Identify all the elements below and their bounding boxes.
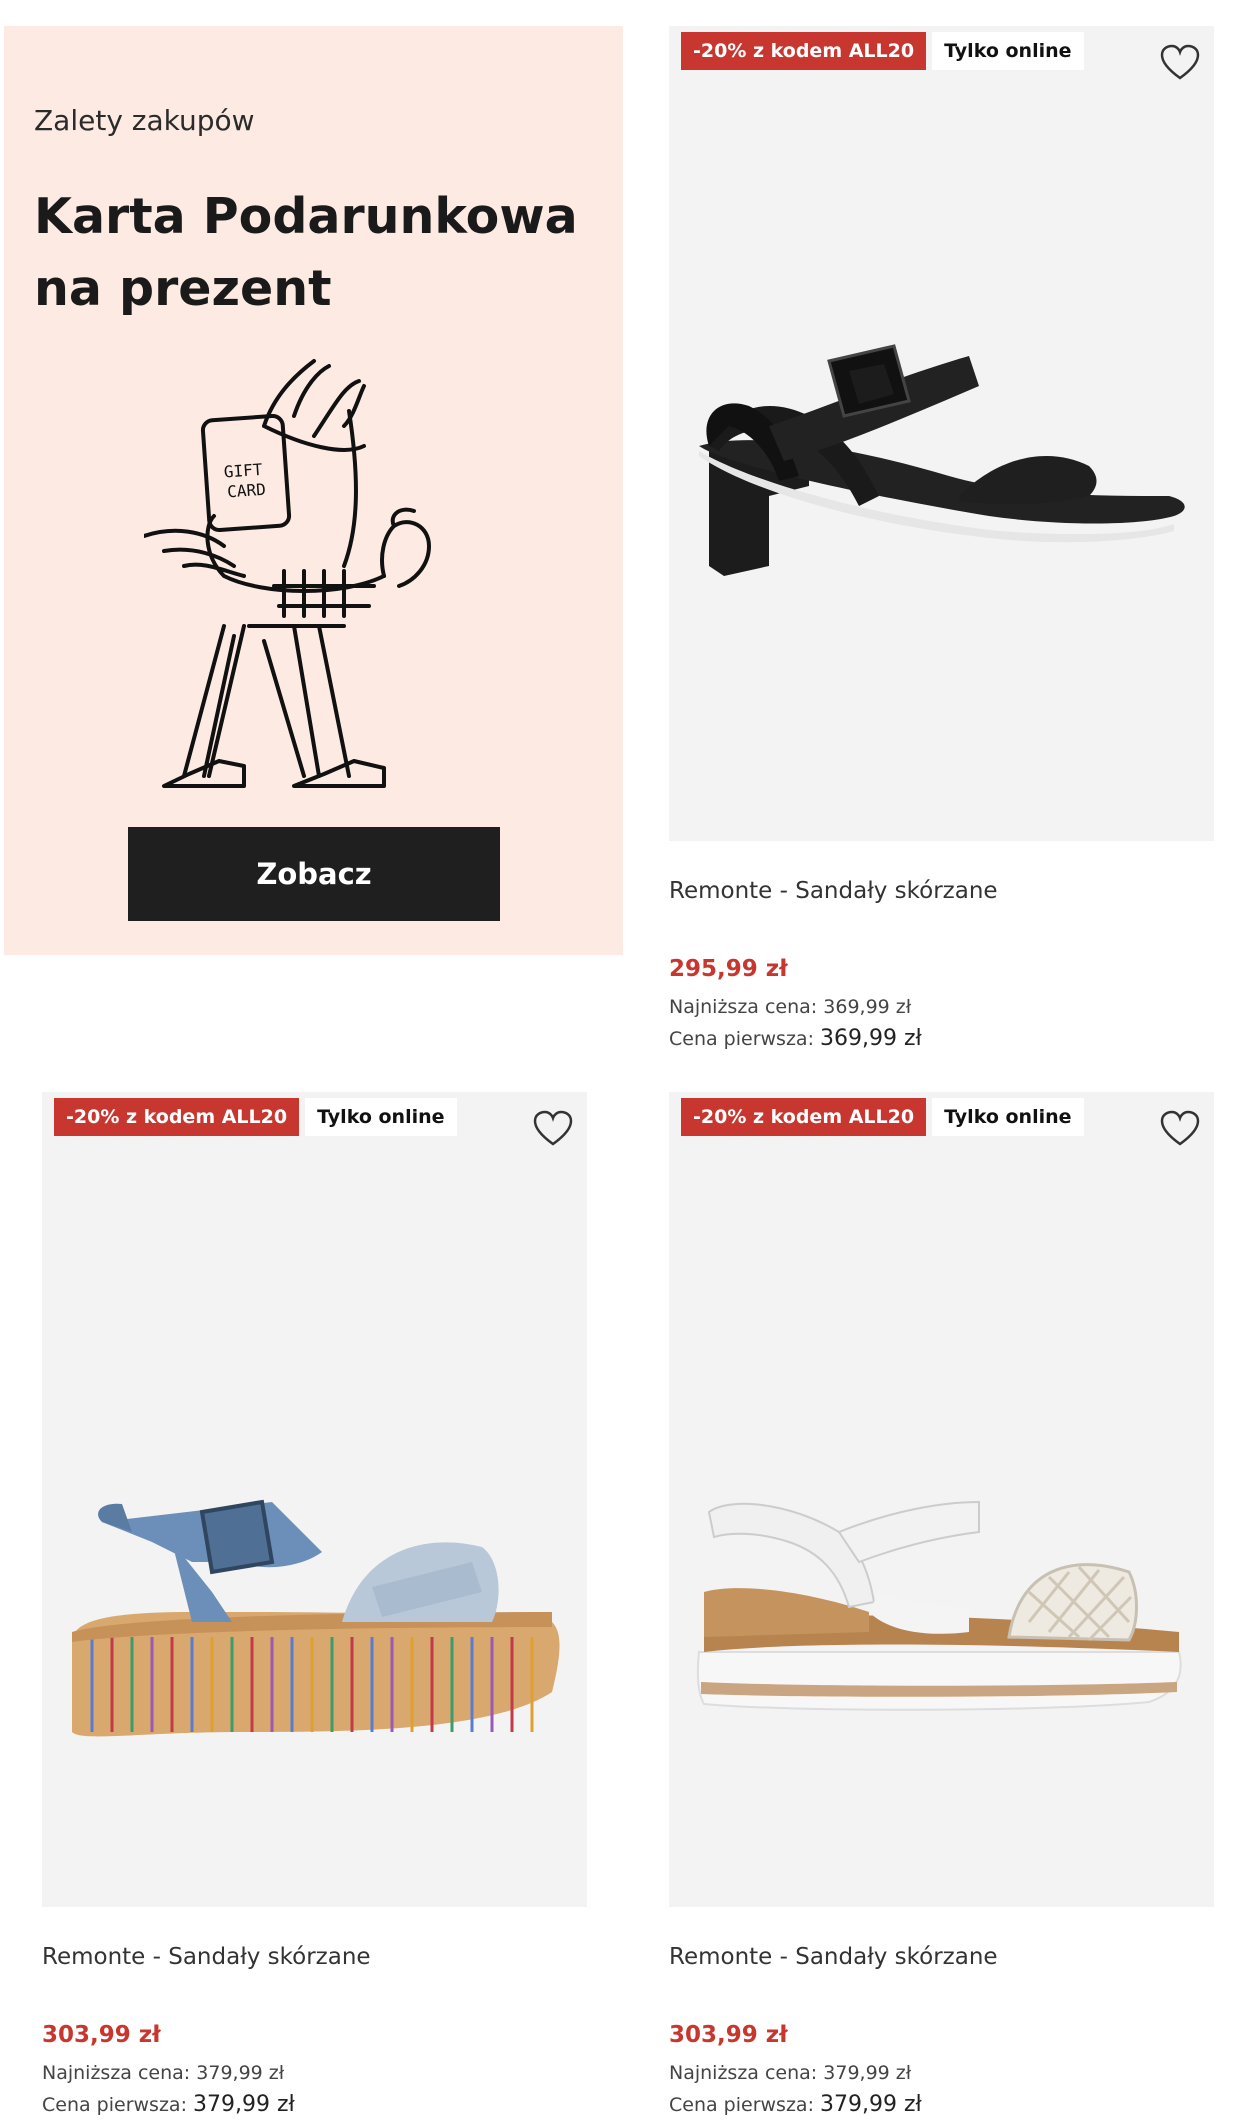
lowest-price-value: 379,99 zł — [823, 2062, 912, 2084]
product-price: 303,99 zł — [669, 2022, 788, 2048]
product-card[interactable]: -20% z kodem ALL20 Tylko online Remonte … — [669, 1092, 1214, 2117]
gift-card-promo[interactable]: Zalety zakupów Karta Podarunkowa na prez… — [4, 26, 623, 955]
first-price-label: Cena pierwsza: — [669, 2094, 814, 2116]
lowest-price-value: 369,99 zł — [823, 996, 912, 1018]
online-only-badge: Tylko online — [305, 1098, 457, 1136]
product-name[interactable]: Remonte - Sandały skórzane — [669, 878, 998, 904]
first-price-line: Cena pierwsza: 379,99 zł — [669, 2092, 922, 2117]
lowest-price-label: Najniższa cena: — [669, 996, 818, 1018]
product-image[interactable]: -20% z kodem ALL20 Tylko online — [669, 1092, 1214, 1907]
heart-icon[interactable] — [1160, 44, 1200, 82]
illustration-gift-text: GIFT — [223, 460, 263, 482]
lowest-price-value: 379,99 zł — [196, 2062, 285, 2084]
first-price-value: 369,99 zł — [820, 1026, 922, 1051]
heart-icon[interactable] — [1160, 1110, 1200, 1148]
gift-card-person-illustration: GIFT CARD — [144, 359, 431, 788]
illustration-card-text: CARD — [227, 480, 267, 502]
lowest-price-line: Najniższa cena: 369,99 zł — [669, 996, 911, 1018]
promo-title: Karta Podarunkowa na prezent — [34, 181, 594, 325]
product-price: 295,99 zł — [669, 956, 788, 982]
promo-code-badge: -20% z kodem ALL20 — [681, 1098, 927, 1136]
white-wedge-sandal-icon — [696, 1500, 1182, 1711]
lowest-price-label: Najniższa cena: — [42, 2062, 191, 2084]
product-card[interactable]: -20% z kodem ALL20 Tylko online Remonte … — [42, 1092, 587, 2117]
product-name[interactable]: Remonte - Sandały skórzane — [669, 1944, 998, 1970]
promo-title-line2: na prezent — [34, 260, 332, 317]
first-price-label: Cena pierwsza: — [42, 2094, 187, 2116]
product-image[interactable]: -20% z kodem ALL20 Tylko online — [669, 26, 1214, 841]
promo-see-button[interactable]: Zobacz — [128, 827, 500, 921]
promo-code-badge: -20% z kodem ALL20 — [54, 1098, 300, 1136]
lowest-price-label: Najniższa cena: — [669, 2062, 818, 2084]
badges: -20% z kodem ALL20 Tylko online — [681, 32, 1084, 70]
badges: -20% z kodem ALL20 Tylko online — [681, 1098, 1084, 1136]
first-price-line: Cena pierwsza: 379,99 zł — [42, 2092, 295, 2117]
blue-wedge-sandal-icon — [72, 1499, 560, 1737]
promo-code-badge: -20% z kodem ALL20 — [681, 32, 927, 70]
first-price-line: Cena pierwsza: 369,99 zł — [669, 1026, 922, 1051]
badges: -20% z kodem ALL20 Tylko online — [54, 1098, 457, 1136]
lowest-price-line: Najniższa cena: 379,99 zł — [42, 2062, 284, 2084]
product-card[interactable]: -20% z kodem ALL20 Tylko online Remonte … — [669, 26, 1214, 1051]
heart-icon[interactable] — [533, 1110, 573, 1148]
first-price-value: 379,99 zł — [820, 2092, 922, 2117]
lowest-price-line: Najniższa cena: 379,99 zł — [669, 2062, 911, 2084]
product-price: 303,99 zł — [42, 2022, 161, 2048]
black-heeled-sandal-icon — [699, 344, 1185, 576]
promo-title-line1: Karta Podarunkowa — [34, 188, 578, 245]
product-image[interactable]: -20% z kodem ALL20 Tylko online — [42, 1092, 587, 1907]
online-only-badge: Tylko online — [932, 32, 1084, 70]
first-price-label: Cena pierwsza: — [669, 1028, 814, 1050]
product-name[interactable]: Remonte - Sandały skórzane — [42, 1944, 371, 1970]
online-only-badge: Tylko online — [932, 1098, 1084, 1136]
first-price-value: 379,99 zł — [193, 2092, 295, 2117]
promo-eyebrow: Zalety zakupów — [34, 104, 255, 137]
